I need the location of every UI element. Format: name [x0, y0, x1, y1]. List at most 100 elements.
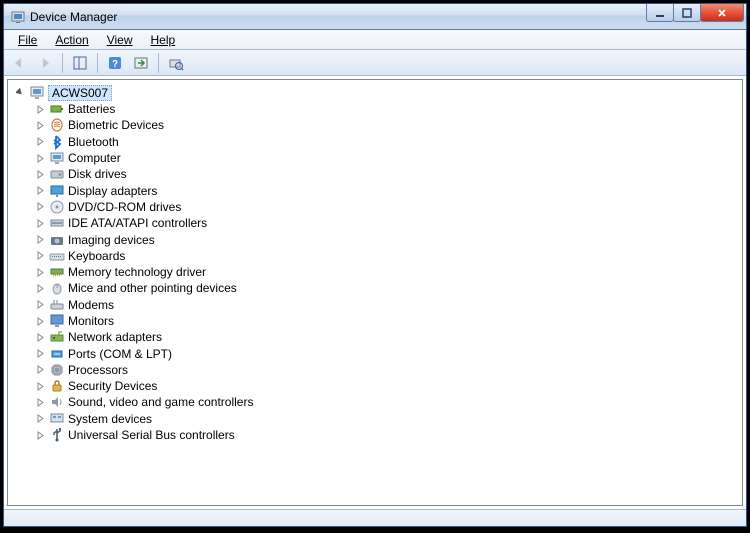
expand-icon[interactable] [34, 315, 46, 327]
memory-icon [49, 264, 65, 280]
device-label: Modems [68, 298, 114, 312]
device-label: Display adapters [68, 184, 157, 198]
device-label: Ports (COM & LPT) [68, 347, 172, 361]
system-icon [49, 411, 65, 427]
maximize-button[interactable] [673, 4, 701, 22]
svg-text:?: ? [112, 59, 118, 70]
expand-icon[interactable] [34, 136, 46, 148]
toolbar-separator [158, 53, 159, 73]
device-category[interactable]: Disk drives [14, 166, 740, 182]
keyboard-icon [49, 248, 65, 264]
expand-icon[interactable] [34, 396, 46, 408]
menu-view[interactable]: View [99, 31, 141, 49]
tree-root-node[interactable]: ACWS007 [14, 84, 740, 101]
show-hide-tree-button[interactable] [69, 52, 91, 74]
expand-icon[interactable] [34, 217, 46, 229]
device-label: Network adapters [68, 330, 162, 344]
device-categories: Batteries Biometric Devices BluetoothCompu… [14, 101, 740, 443]
expand-icon[interactable] [34, 185, 46, 197]
device-category[interactable]: Network adapters [14, 329, 740, 345]
expand-icon[interactable] [34, 331, 46, 343]
root-label: ACWS007 [48, 85, 112, 101]
expand-icon[interactable] [34, 413, 46, 425]
titlebar: Device Manager [4, 4, 746, 30]
camera-icon [49, 232, 65, 248]
back-button [8, 52, 30, 74]
device-category[interactable]: Display adapters [14, 182, 740, 198]
menubar: File Action View Help [4, 30, 746, 50]
scan-hardware-button[interactable] [165, 52, 187, 74]
expand-icon[interactable] [34, 348, 46, 360]
expand-icon[interactable] [34, 119, 46, 131]
expand-icon[interactable] [34, 429, 46, 441]
device-tree-panel: ACWS007 Batteries Biometric Devices Blueto… [7, 79, 743, 506]
toolbar-separator [97, 53, 98, 73]
device-label: DVD/CD-ROM drives [68, 200, 181, 214]
expand-icon[interactable] [34, 250, 46, 262]
device-label: Processors [68, 363, 128, 377]
network-icon [49, 329, 65, 345]
close-button[interactable] [700, 4, 744, 22]
device-label: IDE ATA/ATAPI controllers [68, 216, 207, 230]
device-category[interactable]: Keyboards [14, 248, 740, 264]
expand-icon[interactable] [34, 380, 46, 392]
toolbar: ? [4, 50, 746, 76]
expand-icon[interactable] [34, 103, 46, 115]
forward-button [34, 52, 56, 74]
expand-icon[interactable] [34, 282, 46, 294]
port-icon [49, 346, 65, 362]
cdrom-icon [49, 199, 65, 215]
device-category[interactable]: Mice and other pointing devices [14, 280, 740, 296]
device-category[interactable]: Ports (COM & LPT) [14, 345, 740, 361]
help-button[interactable]: ? [104, 52, 126, 74]
device-category[interactable]: IDE ATA/ATAPI controllers [14, 215, 740, 231]
device-category[interactable]: DVD/CD-ROM drives [14, 199, 740, 215]
expand-icon[interactable] [34, 299, 46, 311]
device-category[interactable]: Security Devices [14, 378, 740, 394]
device-category[interactable]: System devices [14, 411, 740, 427]
window-title: Device Manager [30, 10, 117, 24]
device-label: Disk drives [68, 167, 127, 181]
device-category[interactable]: Sound, video and game controllers [14, 394, 740, 410]
device-label: Monitors [68, 314, 114, 328]
expand-icon[interactable] [34, 152, 46, 164]
device-label: Batteries [68, 102, 115, 116]
minimize-button[interactable] [646, 4, 674, 22]
modem-icon [49, 297, 65, 313]
device-category[interactable]: Monitors [14, 313, 740, 329]
device-category[interactable]: Modems [14, 297, 740, 313]
device-category[interactable]: Universal Serial Bus controllers [14, 427, 740, 443]
device-category[interactable]: Bluetooth [14, 134, 740, 150]
device-category[interactable]: Computer [14, 150, 740, 166]
device-label: Universal Serial Bus controllers [68, 428, 235, 442]
window-controls [647, 4, 744, 22]
device-label: Biometric Devices [68, 118, 164, 132]
expand-icon[interactable] [34, 266, 46, 278]
device-label: System devices [68, 412, 152, 426]
biometric-icon [49, 117, 65, 133]
device-manager-window: Device Manager File Action View Help ? [3, 3, 747, 527]
computer-icon [49, 150, 65, 166]
device-label: Memory technology driver [68, 265, 206, 279]
menu-file[interactable]: File [10, 31, 45, 49]
expand-icon[interactable] [34, 168, 46, 180]
device-category[interactable]: Imaging devices [14, 231, 740, 247]
expand-icon[interactable] [34, 201, 46, 213]
collapse-icon[interactable] [14, 87, 26, 99]
display-icon [49, 183, 65, 199]
device-category[interactable]: Memory technology driver [14, 264, 740, 280]
app-icon [10, 9, 26, 25]
menu-help[interactable]: Help [143, 31, 184, 49]
statusbar [4, 509, 746, 526]
device-category[interactable]: Processors [14, 362, 740, 378]
menu-action[interactable]: Action [47, 31, 96, 49]
mouse-icon [49, 280, 65, 296]
expand-icon[interactable] [34, 234, 46, 246]
device-category[interactable]: Batteries [14, 101, 740, 117]
device-category[interactable]: Biometric Devices [14, 117, 740, 133]
usb-icon [49, 427, 65, 443]
action-button[interactable] [130, 52, 152, 74]
expand-icon[interactable] [34, 364, 46, 376]
device-label: Imaging devices [68, 233, 155, 247]
device-tree: ACWS007 Batteries Biometric Devices Blueto… [10, 82, 740, 445]
